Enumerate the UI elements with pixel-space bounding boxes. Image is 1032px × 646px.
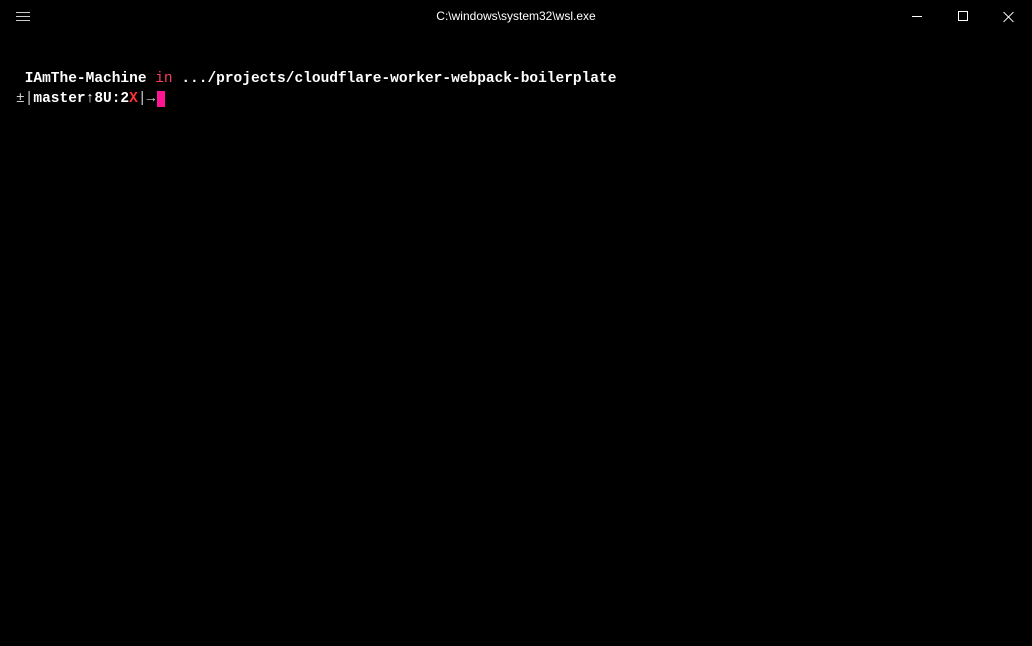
branch-close-delimiter: | [138,90,147,110]
prompt-line-1: IAmThe-Machine in .../projects/cloudflar… [16,70,1016,90]
cursor [157,91,165,107]
prompt-arrow: → [147,90,156,110]
window-title: C:\windows\system32\wsl.exe [436,9,595,23]
branch-open-delimiter: | [25,90,34,110]
git-branch: master [33,90,85,110]
maximize-icon [958,11,968,21]
hamburger-menu-icon[interactable] [12,8,34,25]
git-ahead: ↑8 [86,90,103,110]
close-button[interactable] [986,0,1032,32]
in-keyword: in [155,71,172,87]
minimize-button[interactable] [894,0,940,32]
current-path: .../projects/cloudflare-worker-webpack-b… [181,71,616,87]
git-marker: ± [16,90,25,110]
titlebar-left [0,8,34,25]
git-untracked: U:2 [103,90,129,110]
minimize-icon [912,16,922,17]
prompt-line-2: ± |master ↑8 U:2 X| → [16,90,1016,110]
titlebar: C:\windows\system32\wsl.exe [0,0,1032,32]
hostname: IAmThe-Machine [25,71,147,87]
window-controls [894,0,1032,32]
git-dirty-flag: X [129,90,138,110]
close-icon [1003,10,1015,22]
maximize-button[interactable] [940,0,986,32]
terminal-area[interactable]: IAmThe-Machine in .../projects/cloudflar… [0,32,1032,125]
